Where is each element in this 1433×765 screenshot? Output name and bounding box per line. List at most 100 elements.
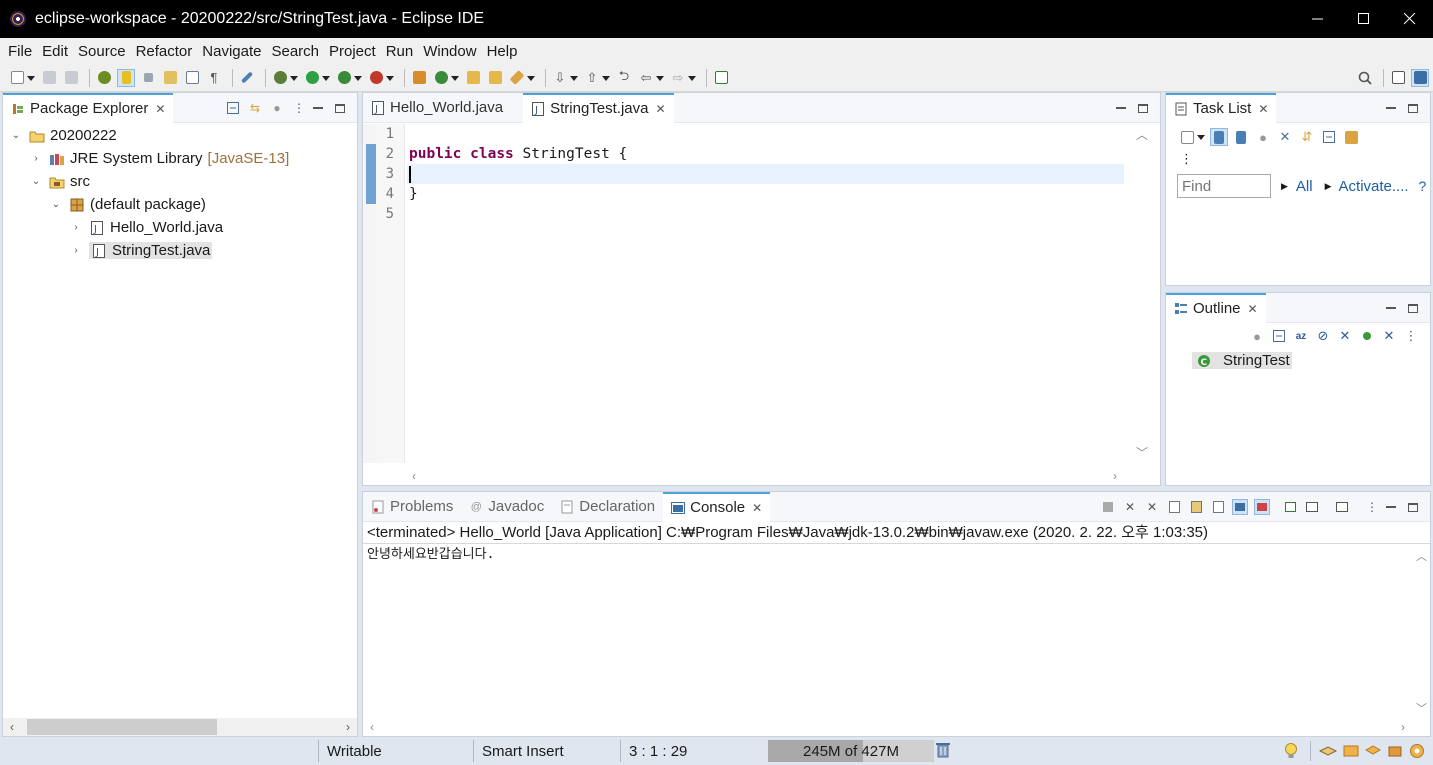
tree-item-hello-world[interactable]: › J Hello_World.java bbox=[3, 216, 357, 239]
minimize-view-button[interactable] bbox=[1386, 506, 1396, 508]
back-icon[interactable]: ⇦ bbox=[637, 69, 664, 87]
tab-declaration[interactable]: Declaration bbox=[552, 492, 663, 522]
menu-search[interactable]: Search bbox=[266, 43, 324, 60]
collapse-all-icon[interactable] bbox=[1320, 128, 1338, 146]
pin-console-icon[interactable] bbox=[1282, 499, 1298, 515]
task-find-input[interactable] bbox=[1177, 174, 1271, 198]
view-menu-icon[interactable]: ⋮ bbox=[291, 100, 307, 116]
new-java-project-icon[interactable] bbox=[410, 69, 428, 87]
save-icon[interactable] bbox=[40, 69, 58, 87]
search-icon[interactable] bbox=[1356, 69, 1374, 87]
help-book-icon[interactable] bbox=[1343, 743, 1359, 759]
horizontal-scrollbar[interactable]: ‹ › bbox=[3, 718, 357, 736]
current-code-line[interactable] bbox=[407, 164, 1124, 184]
scroll-down-icon[interactable]: ﹀ bbox=[1136, 444, 1148, 461]
forward-icon[interactable]: ⇨ bbox=[669, 69, 696, 87]
expand-arrow-icon[interactable]: ⌄ bbox=[29, 176, 43, 187]
run-icon[interactable] bbox=[303, 69, 330, 87]
console-output[interactable]: 안녕하세요반갑습니다. bbox=[363, 544, 1430, 566]
close-tab-icon[interactable]: ✕ bbox=[155, 102, 165, 116]
link-with-editor-icon[interactable]: ⇆ bbox=[247, 100, 263, 116]
menu-source[interactable]: Source bbox=[73, 43, 131, 60]
expand-arrow-icon[interactable]: ⌄ bbox=[9, 130, 23, 141]
maximize-view-button[interactable] bbox=[1408, 303, 1418, 313]
code-line[interactable] bbox=[407, 124, 1124, 144]
welcome-icon[interactable] bbox=[1409, 743, 1425, 759]
scroll-right-icon[interactable]: › bbox=[1394, 718, 1412, 736]
show-on-stdout-icon[interactable] bbox=[1232, 499, 1248, 515]
menu-navigate[interactable]: Navigate bbox=[197, 43, 266, 60]
minimize-view-button[interactable] bbox=[1386, 107, 1396, 109]
task-repositories-icon[interactable] bbox=[1342, 128, 1360, 146]
menu-window[interactable]: Window bbox=[418, 43, 481, 60]
help-icon[interactable]: ? bbox=[1419, 178, 1427, 194]
tree-item-string-test[interactable]: › J StringTest.java bbox=[3, 239, 357, 262]
activate-link[interactable]: Activate.... bbox=[1339, 178, 1409, 195]
close-button[interactable] bbox=[1387, 0, 1433, 38]
code-line[interactable]: } bbox=[407, 184, 1124, 204]
word-wrap-icon[interactable] bbox=[1210, 499, 1226, 515]
outline-item-string-test[interactable]: C StringTest bbox=[1166, 349, 1430, 372]
all-link[interactable]: All bbox=[1296, 178, 1313, 195]
remove-all-terminated-icon[interactable]: ✕ bbox=[1144, 499, 1160, 515]
tab-javadoc[interactable]: @ Javadoc bbox=[461, 492, 552, 522]
show-whitespace-icon[interactable]: ¶ bbox=[205, 69, 223, 87]
focus-icon[interactable]: ● bbox=[269, 100, 285, 116]
hide-nonpublic-icon[interactable] bbox=[1358, 327, 1376, 345]
focus-icon[interactable]: ● bbox=[1254, 128, 1272, 146]
new-icon[interactable] bbox=[8, 69, 35, 87]
show-on-stderr-icon[interactable] bbox=[1254, 499, 1270, 515]
tab-outline[interactable]: Outline ✕ bbox=[1166, 292, 1266, 323]
block-selection-icon[interactable] bbox=[183, 69, 201, 87]
debug-icon[interactable] bbox=[271, 69, 298, 87]
close-tab-icon[interactable]: ✕ bbox=[752, 501, 762, 515]
tab-hello-world-java[interactable]: J Hello_World.java bbox=[363, 93, 511, 123]
vertical-scrollbar[interactable]: ︿ ﹀ bbox=[1124, 124, 1160, 463]
save-all-icon[interactable] bbox=[62, 69, 80, 87]
scroll-left-icon[interactable]: ‹ bbox=[3, 718, 21, 736]
coverage-icon[interactable] bbox=[335, 69, 362, 87]
garbage-collect-icon[interactable] bbox=[936, 742, 950, 758]
tree-item-jre[interactable]: › JRE System Library [JavaSE-13] bbox=[3, 147, 357, 170]
maximize-view-button[interactable] bbox=[335, 103, 345, 113]
external-tools-icon[interactable] bbox=[367, 69, 394, 87]
scroll-down-icon[interactable]: ﹀ bbox=[1416, 700, 1427, 716]
terminate-icon[interactable] bbox=[1100, 499, 1116, 515]
scroll-up-icon[interactable]: ︿ bbox=[1416, 548, 1427, 564]
code-line[interactable] bbox=[407, 204, 1124, 224]
java-perspective-icon[interactable] bbox=[1411, 68, 1429, 87]
close-tab-icon[interactable]: ✕ bbox=[656, 102, 666, 116]
minimize-button[interactable] bbox=[1295, 0, 1341, 38]
scroll-up-icon[interactable]: ︿ bbox=[1136, 126, 1148, 143]
menu-file[interactable]: File bbox=[3, 43, 37, 60]
expand-arrow-icon[interactable]: › bbox=[69, 222, 83, 233]
code-text[interactable]: public class StringTest { } bbox=[407, 124, 1124, 463]
remove-launch-icon[interactable]: ✕ bbox=[1122, 499, 1138, 515]
minimize-view-button[interactable] bbox=[313, 107, 323, 109]
view-menu-icon[interactable]: ⋮ bbox=[1364, 499, 1380, 515]
hide-completed-icon[interactable]: ✕ bbox=[1276, 128, 1294, 146]
focus-icon[interactable]: ● bbox=[1248, 327, 1266, 345]
menu-run[interactable]: Run bbox=[381, 43, 419, 60]
maximize-view-button[interactable] bbox=[1408, 103, 1418, 113]
code-editor[interactable]: 1 2 3 4 5 public class StringTest { } ︿ … bbox=[363, 124, 1160, 485]
open-perspective-icon[interactable] bbox=[1389, 69, 1407, 87]
news-icon[interactable] bbox=[1318, 743, 1338, 759]
heap-status[interactable]: 245M of 427M bbox=[768, 740, 934, 762]
tab-console[interactable]: Console ✕ bbox=[663, 491, 771, 522]
close-tab-icon[interactable]: ✕ bbox=[1258, 102, 1268, 116]
tab-task-list[interactable]: Task List ✕ bbox=[1166, 92, 1277, 123]
tree-item-default-package[interactable]: ⌄ (default package) bbox=[3, 193, 357, 216]
expand-arrow-icon[interactable]: › bbox=[29, 153, 43, 164]
tutorials-icon[interactable] bbox=[1364, 743, 1382, 759]
minimize-view-button[interactable] bbox=[1116, 107, 1126, 109]
scroll-left-icon[interactable]: ‹ bbox=[405, 467, 423, 485]
pin-editor-icon[interactable] bbox=[712, 69, 730, 87]
next-annotation-down-icon[interactable]: ⇩ bbox=[551, 69, 578, 87]
horizontal-scrollbar[interactable]: ‹ › bbox=[363, 718, 1430, 736]
expand-arrow-icon[interactable]: ⌄ bbox=[49, 199, 63, 210]
menu-help[interactable]: Help bbox=[482, 43, 523, 60]
categorized-icon[interactable] bbox=[1210, 128, 1228, 146]
maximize-view-button[interactable] bbox=[1408, 502, 1418, 512]
view-menu-icon[interactable]: ⋮ bbox=[1166, 151, 1430, 171]
